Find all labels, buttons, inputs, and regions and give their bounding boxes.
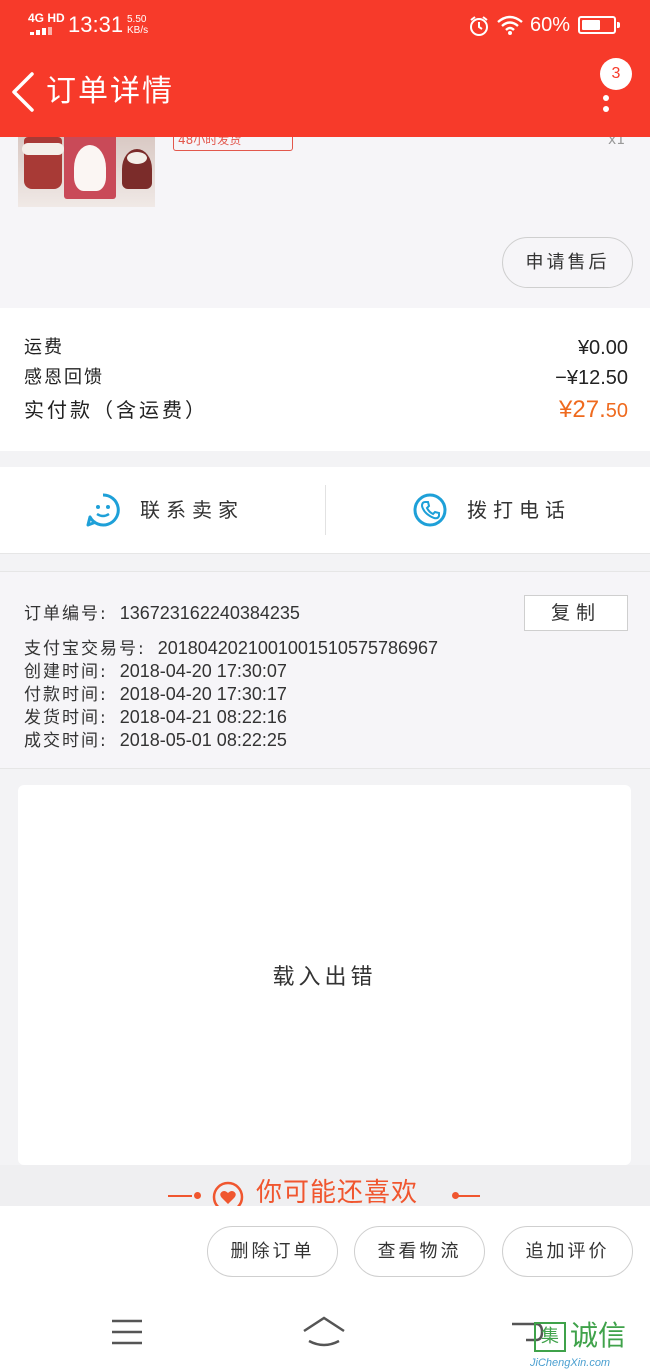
recommend-section: 你可能还喜欢 (0, 1165, 650, 1206)
network-type: 4G HD (28, 11, 65, 25)
product-section: 48小时发货 x1 申请售后 (0, 137, 650, 308)
recommend-title: 你可能还喜欢 (256, 1178, 419, 1206)
paid-time-value: 2018-04-20 17:30:17 (119, 684, 287, 704)
load-error-panel[interactable]: 载入出错 (18, 785, 631, 1165)
order-detail-screen: 4G HD 13:31 5.50 KB/s 60% 订单详情 3 48小时发货 … (0, 0, 650, 1372)
wifi-icon (497, 15, 523, 35)
paid-time-line: 付款时间: 2018-04-20 17:30:17 (24, 683, 287, 706)
alipay-line: 支付宝交易号: 2018042021001001510575786967 (24, 637, 438, 660)
call-phone-label: 拨打电话 (467, 498, 571, 522)
watermark-cn: 诚信 (570, 1319, 627, 1352)
watermark-logo: 集 (534, 1322, 566, 1352)
network-speed-unit: KB/s (127, 25, 149, 36)
copy-button[interactable]: 复制 (524, 595, 628, 631)
completed-label: 成交时间: (24, 731, 108, 751)
shipping-label: 运费 (24, 337, 64, 358)
add-review-button[interactable]: 追加评价 (502, 1226, 633, 1277)
reward-label: 感恩回馈 (24, 367, 104, 388)
status-bar: 4G HD 13:31 5.50 KB/s 60% (0, 0, 650, 50)
order-number-line: 订单编号: 136723162240384235 (24, 602, 300, 625)
contact-divider (325, 485, 326, 535)
paid-value-cents: 50 (605, 400, 628, 422)
product-quantity: x1 (608, 137, 626, 145)
shipping-value: ¥0.00 (577, 337, 628, 359)
more-menu-button[interactable]: 3 (588, 56, 638, 120)
view-logistics-button[interactable]: 查看物流 (354, 1226, 485, 1277)
alipay-label: 支付宝交易号: (24, 639, 146, 659)
order-number-value: 136723162240384235 (119, 603, 300, 623)
page-header: 订单详情 3 (0, 50, 650, 137)
home-icon[interactable] (300, 1314, 348, 1348)
contact-bar: 联系卖家 拨打电话 (0, 467, 650, 554)
product-thumbnail[interactable] (18, 137, 155, 207)
shipping-tag: 48小时发货 (173, 137, 293, 151)
clock-time: 13:31 (68, 12, 124, 37)
back-arrow-icon[interactable] (8, 70, 44, 114)
recommend-heading: 你可能还喜欢 (168, 1178, 488, 1206)
paid-time-label: 付款时间: (24, 685, 108, 705)
heart-icon (212, 1181, 244, 1206)
after-sale-button[interactable]: 申请售后 (502, 237, 633, 288)
chat-face-icon (86, 493, 120, 527)
completed-value: 2018-05-01 08:22:25 (119, 730, 287, 750)
completed-line: 成交时间: 2018-05-01 08:22:25 (24, 729, 287, 752)
load-error-message: 载入出错 (272, 965, 377, 990)
network-speed: 5.50 KB/s (127, 14, 148, 36)
shipped-value: 2018-04-21 08:22:16 (119, 707, 287, 727)
page-title: 订单详情 (46, 74, 174, 109)
created-line: 创建时间: 2018-04-20 17:30:07 (24, 660, 287, 683)
paid-label: 实付款（含运费） (24, 398, 208, 422)
alipay-value: 2018042021001001510575786967 (157, 638, 439, 658)
phone-icon (413, 493, 447, 527)
shipped-line: 发货时间: 2018-04-21 08:22:16 (24, 706, 287, 729)
shipped-label: 发货时间: (24, 708, 108, 728)
battery-percent: 60% (530, 14, 571, 36)
site-watermark: 集 诚信 JiChengXin.com (530, 1318, 650, 1372)
order-info: 订单编号: 136723162240384235 复制 支付宝交易号: 201804… (0, 571, 650, 769)
menu-icon[interactable] (110, 1318, 144, 1346)
order-action-bar: 删除订单 查看物流 追加评价 (0, 1206, 650, 1294)
watermark-en: JiChengXin.com (530, 1357, 611, 1369)
contact-seller-label: 联系卖家 (140, 498, 244, 522)
price-summary: 运费 ¥0.00 感恩回馈 −¥12.50 实付款（含运费） ¥27.50 (0, 308, 650, 451)
paid-value: ¥27.50 (559, 398, 628, 423)
more-vertical-icon (603, 95, 609, 117)
created-value: 2018-04-20 17:30:07 (119, 661, 287, 681)
order-number-label: 订单编号: (24, 604, 108, 624)
created-label: 创建时间: (24, 662, 108, 682)
battery-icon (578, 16, 620, 34)
delete-order-button[interactable]: 删除订单 (207, 1226, 338, 1277)
signal-icon (30, 27, 52, 35)
network-speed-value: 5.50 (127, 14, 147, 25)
battery-fill (582, 20, 600, 30)
notification-badge: 3 (600, 58, 632, 90)
alarm-icon (470, 16, 488, 36)
paid-value-main: ¥27. (559, 396, 606, 423)
reward-value: −¥12.50 (555, 367, 628, 389)
